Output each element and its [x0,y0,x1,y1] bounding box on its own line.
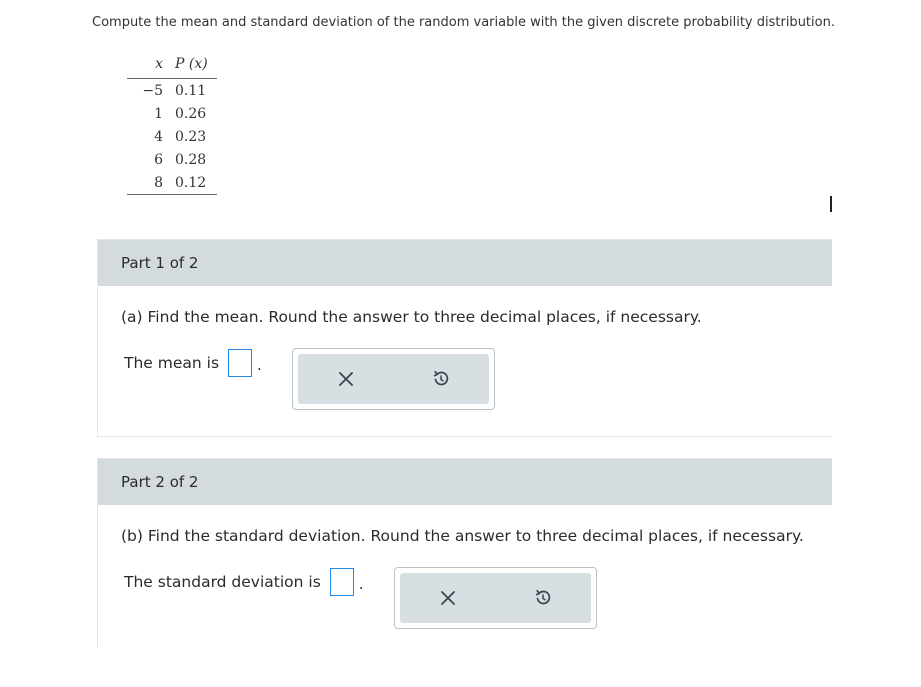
standard-deviation-label: The standard deviation is [124,573,321,591]
undo-icon [536,589,551,605]
part-2-tool-panel [394,567,597,629]
part-2-panel: Part 2 of 2 (b) Find the standard deviat… [97,458,832,647]
question-text: Compute the mean and standard deviation … [92,15,835,30]
table-cell-p: 0.12 [169,171,217,195]
standard-deviation-input[interactable] [329,568,354,596]
table-row: 1 0.26 [127,102,217,125]
part-1-tool-bar [298,354,489,404]
part-2-instruction: (b) Find the standard deviation. Round t… [121,527,804,545]
part-2-tool-bar [400,573,591,623]
clear-button[interactable] [428,578,468,618]
part-1-instruction: (a) Find the mean. Round the answer to t… [121,308,702,326]
part-2-answer-line: The standard deviation is . [124,568,364,596]
table-row: 6 0.28 [127,148,217,171]
column-header-p-label: P (x) [175,56,208,72]
part-1-header: Part 1 of 2 [98,240,832,286]
table-row: −5 0.11 [127,79,217,103]
table-cell-p: 0.11 [175,82,207,99]
probability-table: x P (x) −5 0.11 1 0.26 4 0.23 6 0.28 8 0… [127,50,217,195]
table-cell-x: −5 [142,82,163,99]
mean-input[interactable] [228,349,253,377]
table-cell-x: 4 [154,128,163,145]
table-cell-x: 8 [127,171,169,195]
period: . [358,575,364,593]
part-2-header: Part 2 of 2 [98,459,832,505]
table-row: 8 0.12 [127,171,217,195]
x-icon [440,591,455,605]
undo-icon [434,370,449,386]
undo-button[interactable] [421,359,461,399]
table-cell-p: 0.28 [175,151,207,168]
part-1-panel: Part 1 of 2 (a) Find the mean. Round the… [97,239,832,437]
mean-label: The mean is [124,354,220,372]
table-cell-x: 6 [154,151,163,168]
clear-button[interactable] [326,359,366,399]
table-cell-p: 0.23 [175,128,207,145]
column-header-x: x [127,50,169,79]
part-1-tool-panel [292,348,495,410]
table-row: 4 0.23 [127,125,217,148]
period: . [257,356,262,374]
undo-button[interactable] [523,578,563,618]
table-cell-x: 1 [154,105,163,122]
table-cell-p: 0.26 [175,105,207,122]
x-icon [338,372,353,386]
text-cursor-marker [830,196,832,212]
column-header-p: P (x) [169,50,217,79]
part-1-answer-line: The mean is . [124,349,262,377]
